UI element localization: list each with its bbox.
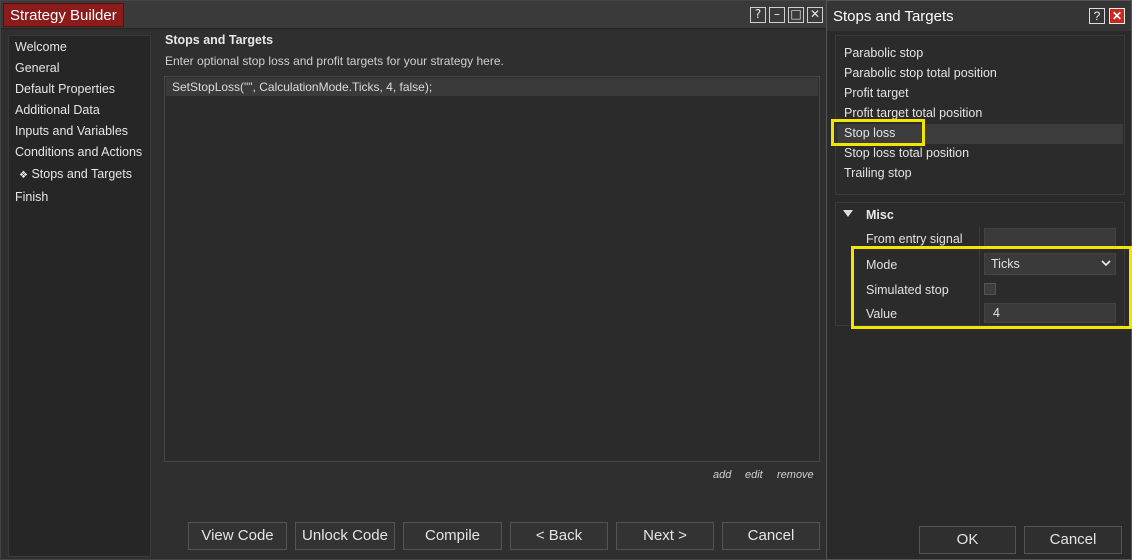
nav-item-default-properties[interactable]: Default Properties — [15, 82, 115, 96]
mode-select[interactable]: Ticks — [984, 253, 1116, 275]
misc-properties: Misc From entry signal Mode Ticks Simula… — [835, 202, 1125, 326]
add-link[interactable]: add — [713, 469, 731, 481]
nav-item-additional-data[interactable]: Additional Data — [15, 103, 100, 117]
dialog-cancel-button[interactable]: Cancel — [1024, 526, 1122, 554]
active-marker-icon: ❖ — [19, 170, 28, 181]
close-icon[interactable]: ✕ — [1109, 8, 1125, 24]
strategy-builder-window: Strategy Builder ? – □ ✕ Welcome General… — [0, 0, 828, 560]
list-item-parabolic-stop-total[interactable]: Parabolic stop total position — [844, 66, 997, 80]
list-item-profit-target-total[interactable]: Profit target total position — [844, 106, 982, 120]
property-divider — [979, 227, 980, 325]
view-code-button[interactable]: View Code — [188, 522, 287, 550]
mode-label: Mode — [866, 258, 898, 272]
list-item[interactable]: SetStopLoss("", CalculationMode.Ticks, 4… — [166, 78, 818, 96]
wizard-nav: Welcome General Default Properties Addit… — [8, 35, 151, 557]
dialog-title: Stops and Targets — [833, 8, 954, 25]
window-title: Strategy Builder — [3, 3, 124, 27]
remove-link[interactable]: remove — [777, 469, 814, 481]
stop-type-list: Parabolic stop Parabolic stop total posi… — [835, 35, 1125, 195]
minimize-icon[interactable]: – — [769, 7, 785, 23]
next-button[interactable]: Next > — [616, 522, 714, 550]
from-entry-signal-label: From entry signal — [866, 232, 963, 246]
close-icon[interactable]: ✕ — [807, 7, 823, 23]
unlock-code-button[interactable]: Unlock Code — [295, 522, 395, 550]
nav-item-conditions-actions[interactable]: Conditions and Actions — [15, 145, 142, 159]
misc-section-title: Misc — [866, 208, 894, 222]
stops-targets-dialog: Stops and Targets ? ✕ Parabolic stop Par… — [826, 0, 1132, 560]
compile-button[interactable]: Compile — [403, 522, 502, 550]
edit-link[interactable]: edit — [745, 469, 763, 481]
list-item-profit-target[interactable]: Profit target — [844, 86, 909, 100]
nav-item-welcome[interactable]: Welcome — [15, 40, 67, 54]
back-button[interactable]: < Back — [510, 522, 608, 550]
simulated-stop-label: Simulated stop — [866, 283, 949, 297]
mode-value: Ticks — [991, 257, 1020, 271]
page-title: Stops and Targets — [165, 33, 274, 47]
help-icon[interactable]: ? — [1089, 8, 1105, 24]
chevron-down-icon — [1101, 256, 1111, 277]
value-input[interactable]: 4 — [984, 303, 1116, 323]
from-entry-signal-input[interactable] — [984, 228, 1116, 248]
ok-button[interactable]: OK — [919, 526, 1016, 554]
list-item-stop-loss-total[interactable]: Stop loss total position — [844, 146, 969, 160]
actions-list[interactable]: SetStopLoss("", CalculationMode.Ticks, 4… — [164, 76, 820, 462]
list-item-trailing-stop[interactable]: Trailing stop — [844, 166, 912, 180]
dialog-titlebar[interactable]: Stops and Targets ? ✕ — [827, 1, 1131, 31]
list-item-parabolic-stop[interactable]: Parabolic stop — [844, 46, 923, 60]
help-icon[interactable]: ? — [750, 7, 766, 23]
maximize-icon[interactable]: □ — [788, 7, 804, 23]
nav-item-label: Stops and Targets — [31, 167, 132, 181]
simulated-stop-checkbox[interactable] — [984, 283, 996, 295]
nav-item-general[interactable]: General — [15, 61, 59, 75]
list-item-stop-loss[interactable]: Stop loss — [844, 126, 895, 140]
page-description: Enter optional stop loss and profit targ… — [165, 54, 504, 68]
value-label: Value — [866, 307, 898, 321]
nav-item-inputs-variables[interactable]: Inputs and Variables — [15, 124, 128, 138]
main-titlebar[interactable]: Strategy Builder ? – □ ✕ — [1, 1, 827, 29]
collapse-triangle-icon[interactable] — [843, 210, 853, 217]
nav-item-finish[interactable]: Finish — [15, 190, 48, 204]
nav-item-stops-targets[interactable]: ❖ Stops and Targets — [19, 167, 132, 181]
cancel-button[interactable]: Cancel — [722, 522, 820, 550]
